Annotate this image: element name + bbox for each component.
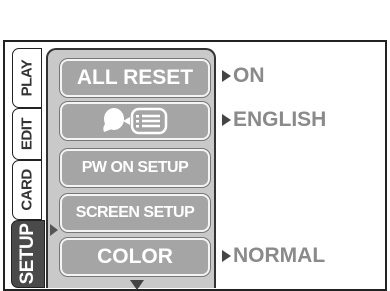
menu-value-color: NORMAL [222,244,325,268]
menu-item-label: SCREEN SETUP [75,204,195,221]
tab-label: PLAY [18,59,36,97]
selected-tab-pointer [50,224,58,236]
language-icon [103,107,168,135]
tab-edit[interactable]: EDIT [12,108,42,160]
menu-item-label: COLOR [97,245,173,268]
menu-item-language[interactable] [60,102,210,140]
menu-value-language: ENGLISH [222,108,326,132]
arrow-right-icon [222,114,231,126]
arrow-right-icon [222,250,231,262]
menu-item-color[interactable]: COLOR [60,238,210,276]
tab-play[interactable]: PLAY [12,48,42,108]
mode-tabs: PLAY EDIT CARD SETUP [8,40,46,290]
arrow-right-icon [222,70,231,82]
menu-value-all-reset: ON [222,64,265,88]
menu-item-pw-on-setup[interactable]: PW ON SETUP [60,149,210,187]
menu-item-label: PW ON SETUP [81,159,189,176]
tab-label: CARD [18,169,36,211]
menu-item-label: ALL RESET [76,66,194,89]
tab-setup[interactable]: SETUP [11,220,45,288]
menu-item-screen-setup[interactable]: SCREEN SETUP [60,194,210,232]
scroll-down-icon[interactable] [130,280,144,290]
tab-label: EDIT [18,117,36,151]
tab-card[interactable]: CARD [12,160,42,220]
tab-label: SETUP [17,223,38,285]
menu-item-all-reset[interactable]: ALL RESET [60,59,210,97]
